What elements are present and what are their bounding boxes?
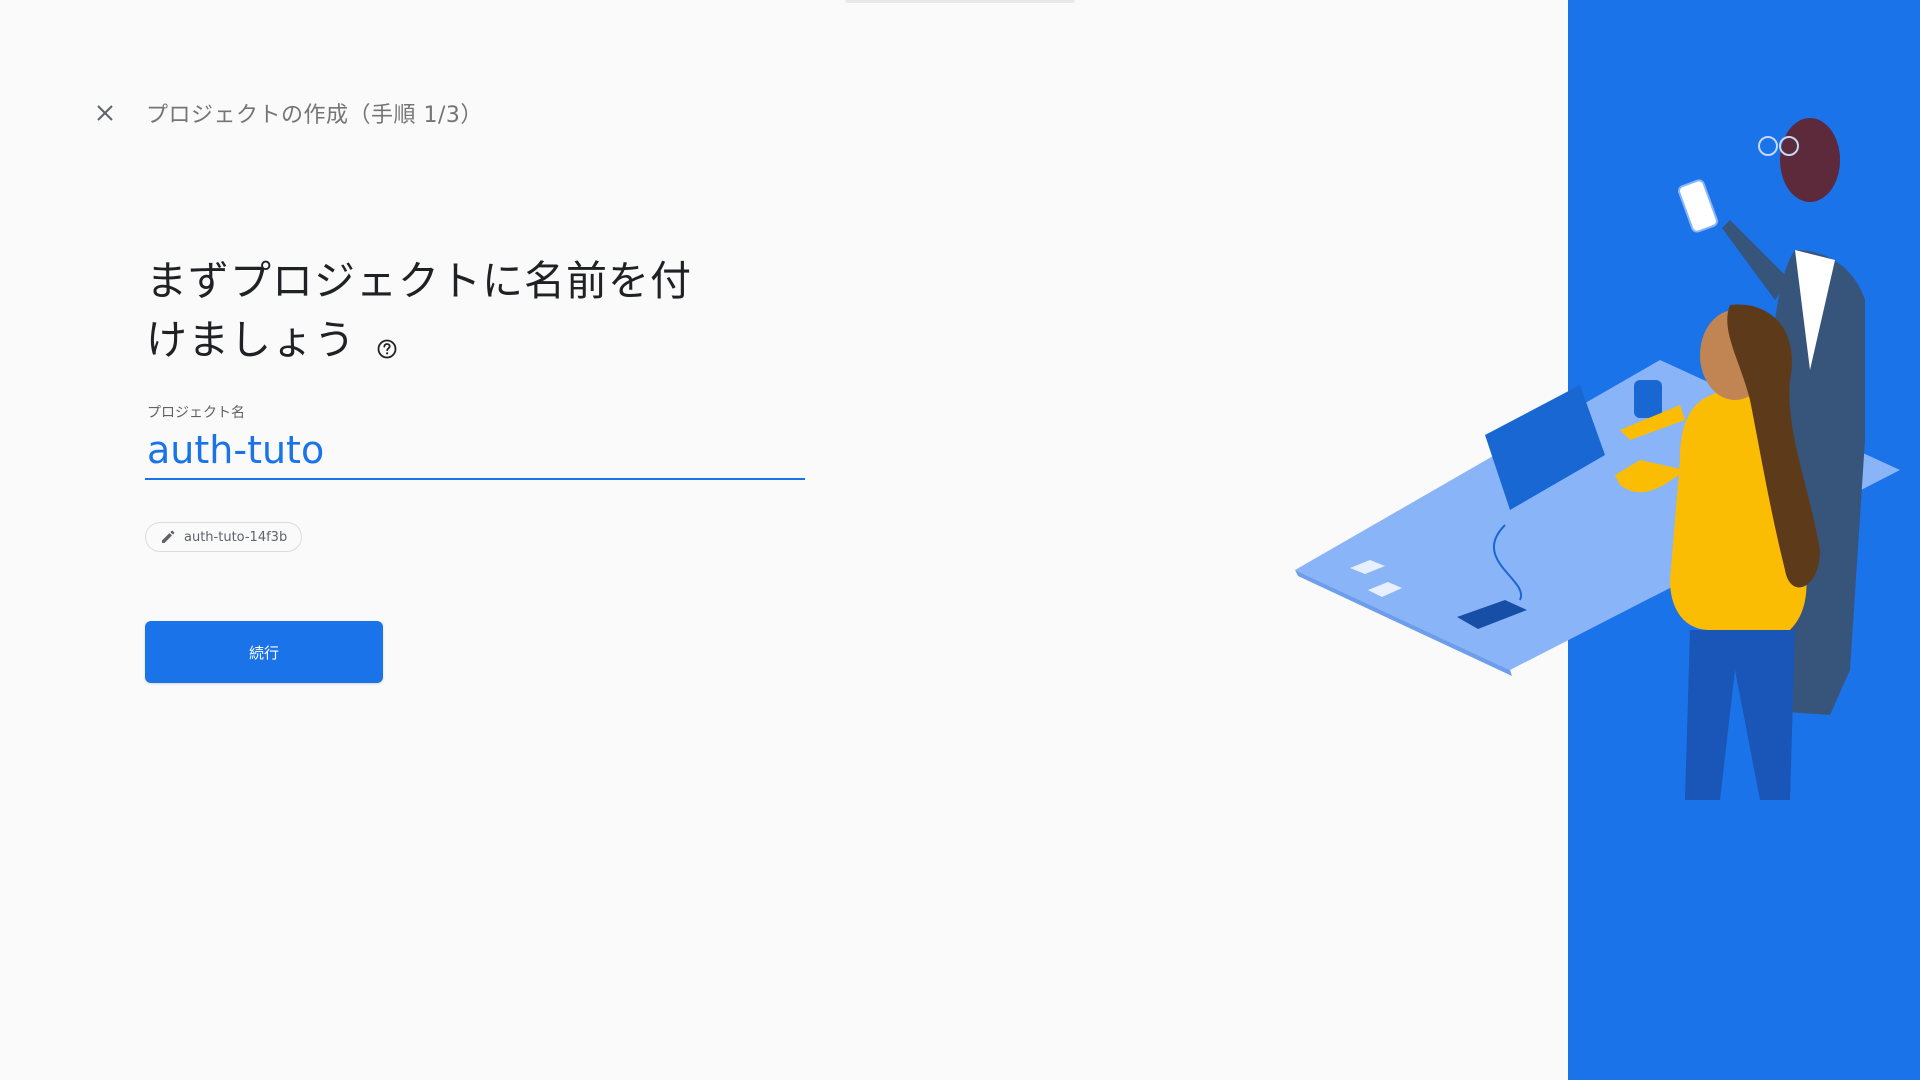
continue-button[interactable]: 続行: [145, 621, 383, 683]
close-button[interactable]: [92, 100, 118, 126]
project-name-label: プロジェクト名: [147, 405, 245, 421]
create-project-page: プロジェクトの作成（手順 1/3） まずプロジェクトに名前を付 けましょう プロ…: [0, 0, 1920, 1080]
hero-illustration: [1295, 118, 1900, 800]
project-id-chip[interactable]: auth-tuto-14f3b: [145, 522, 303, 552]
project-name-input[interactable]: [145, 428, 805, 480]
headline: まずプロジェクトに名前を付 けましょう: [146, 252, 706, 376]
top-tab-sliver: [845, 0, 1075, 3]
headline-line-2-text: けましょう: [146, 316, 356, 364]
project-name-field: プロジェクト名: [145, 402, 805, 480]
help-icon[interactable]: [376, 317, 398, 376]
page-title: プロジェクトの作成（手順 1/3）: [146, 103, 483, 128]
project-id-text: auth-tuto-14f3b: [184, 529, 288, 545]
pencil-icon: [162, 530, 175, 543]
headline-line-2: けましょう: [146, 311, 706, 376]
header: プロジェクトの作成（手順 1/3）: [92, 96, 483, 130]
close-icon: [97, 105, 113, 121]
headline-line-1: まずプロジェクトに名前を付: [146, 257, 692, 305]
